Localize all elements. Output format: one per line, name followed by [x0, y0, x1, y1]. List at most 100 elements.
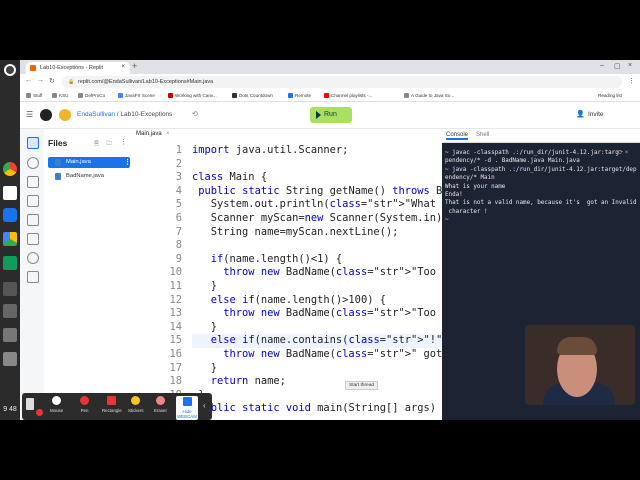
database-tool-icon[interactable]	[27, 233, 39, 245]
bookmark-item[interactable]: Stuff	[26, 93, 42, 98]
line-number: 15	[169, 334, 182, 347]
app-icon[interactable]	[3, 282, 17, 296]
code-line[interactable]: else if(name.contains(class="str">"!")) …	[192, 334, 467, 348]
check-tool-icon[interactable]	[27, 271, 39, 283]
java-file-icon	[55, 173, 61, 180]
line-number: 3	[175, 171, 182, 184]
code-line[interactable]: else if(name.length()>100) {	[192, 294, 386, 308]
replit-logo-icon[interactable]	[40, 109, 52, 121]
file-item[interactable]: BadName.java	[48, 171, 130, 182]
git-tool-icon[interactable]	[27, 195, 39, 207]
invite-button[interactable]: Invite	[588, 111, 604, 118]
code-editor[interactable]: Main.java × 1 import java.util.Scanner; 2 3…	[132, 129, 517, 420]
pause-icon[interactable]	[26, 398, 34, 410]
breadcrumb: EndaSullivan / Lab10-Exceptions	[77, 111, 172, 118]
reading-list[interactable]: Reading list	[598, 93, 622, 98]
new-folder-icon[interactable]: 🗀	[106, 139, 112, 149]
tool-eraser[interactable]: Eraser	[154, 396, 167, 413]
run-button[interactable]: Run	[310, 107, 352, 123]
files-title: Files	[48, 138, 68, 148]
bookmark-item[interactable]: DefProCo	[78, 93, 105, 98]
tool-pen[interactable]: Pen	[80, 396, 89, 413]
sheets-icon[interactable]	[3, 256, 17, 270]
close-window-icon[interactable]: ×	[628, 62, 632, 69]
tool-mouse[interactable]: Mouse	[50, 396, 63, 413]
drive-icon[interactable]	[3, 232, 17, 246]
line-number: 11	[169, 280, 182, 292]
bookmark-item[interactable]: Channel playlists -...	[324, 93, 372, 98]
code-line[interactable]: Scanner myScan=new Scanner(System.in)	[192, 212, 442, 226]
record-icon[interactable]	[36, 409, 43, 416]
console-tool-icon[interactable]	[27, 176, 39, 188]
bookmark-item[interactable]: Working with Canv...	[168, 93, 217, 98]
code-line[interactable]: }	[192, 362, 217, 376]
reload-icon[interactable]: ↻	[49, 77, 55, 85]
close-tab-icon[interactable]: ×	[121, 64, 125, 70]
webcam-overlay	[525, 325, 635, 405]
breadcrumb-repl[interactable]: Lab10-Exceptions	[120, 111, 172, 118]
files-panel: Files 🗎 🗀 ⋮ Main.java ⋮ BadName.java	[44, 129, 133, 420]
bookmark-item[interactable]: Remote	[288, 93, 311, 98]
more-options-icon[interactable]: ⋮	[120, 138, 127, 146]
minimize-icon[interactable]: –	[600, 62, 604, 69]
code-line[interactable]: return name;	[192, 375, 286, 389]
bookmark-item[interactable]: JavaFX Scene	[118, 93, 155, 98]
start-thread-tooltip[interactable]: Start thread	[345, 381, 379, 390]
new-tab-icon[interactable]: +	[132, 61, 137, 71]
tool-rectangle[interactable]: Rectangle	[102, 396, 122, 413]
bookmark-item[interactable]: Dots Countdown	[232, 93, 273, 98]
bookmarks-bar: Stuff KSU DefProCo JavaFX Scene Working …	[20, 90, 640, 102]
line-number: 16	[169, 348, 182, 360]
editor-tab[interactable]: Main.java	[136, 131, 162, 137]
packages-tool-icon[interactable]	[27, 214, 39, 226]
console-tabs: Console Shell	[442, 129, 640, 143]
app-icon[interactable]	[3, 304, 17, 318]
tab-shell[interactable]: Shell	[476, 132, 489, 138]
browser-tab[interactable]: Lab10-Exceptions - Replit ×	[26, 62, 130, 74]
lock-icon: 🔒	[68, 79, 75, 85]
menu-icon[interactable]: ⋮	[628, 77, 635, 85]
avatar[interactable]	[59, 109, 71, 121]
code-line[interactable]: public static String getName() throws Ba	[192, 185, 448, 199]
bookmark-item[interactable]: KSU	[52, 93, 68, 98]
tab-console[interactable]: Console	[446, 132, 469, 140]
line-number: 9	[175, 252, 182, 265]
files-app-icon[interactable]	[3, 208, 17, 222]
code-line[interactable]: if(name.length()<1) {	[192, 253, 342, 267]
tool-hide-webcam[interactable]: Hide WEBCAM	[176, 396, 198, 420]
launcher-icon[interactable]	[4, 64, 16, 76]
hamburger-menu-icon[interactable]: ☰	[26, 110, 33, 119]
files-tool-icon[interactable]	[27, 137, 39, 149]
file-options-icon[interactable]: ⋮	[124, 158, 131, 166]
code-line[interactable]: import java.util.Scanner;	[192, 144, 348, 158]
code-line[interactable]: }	[192, 321, 217, 335]
app-icon[interactable]	[3, 352, 17, 366]
history-icon[interactable]: ⟲	[192, 110, 198, 118]
url-input[interactable]: 🔒 replit.com/@EndaSullivan/Lab10-Excepti…	[62, 76, 622, 88]
code-line[interactable]: }	[192, 280, 217, 294]
breadcrumb-user[interactable]: EndaSullivan	[77, 111, 115, 118]
bookmark-item[interactable]: A Guide to Java So...	[404, 93, 454, 98]
line-number: 10	[169, 266, 182, 279]
gmail-icon[interactable]	[3, 186, 17, 200]
line-number: 4	[175, 184, 182, 197]
forward-icon[interactable]: →	[37, 77, 44, 84]
line-number: 12	[169, 293, 182, 306]
share-tool-icon[interactable]	[27, 157, 39, 169]
collapse-chevron-icon[interactable]: ‹	[203, 401, 206, 410]
replit-header: ☰ EndaSullivan / Lab10-Exceptions ⟲ Run …	[20, 102, 640, 129]
close-editor-tab-icon[interactable]: ×	[166, 131, 170, 137]
app-icon[interactable]	[3, 328, 17, 342]
back-icon[interactable]: ←	[25, 77, 32, 84]
code-line[interactable]: class Main {	[192, 171, 267, 185]
settings-tool-icon[interactable]	[27, 252, 39, 264]
replit-favicon-icon	[30, 65, 36, 71]
code-line[interactable]: public static void main(String[] args)	[192, 402, 436, 416]
file-item[interactable]: Main.java ⋮	[48, 157, 131, 168]
code-line[interactable]: String name=myScan.nextLine();	[192, 226, 399, 240]
new-file-icon[interactable]: 🗎	[94, 139, 99, 149]
maximize-icon[interactable]: ▢	[614, 62, 621, 70]
chrome-icon[interactable]	[3, 162, 17, 176]
clock[interactable]: 9 48	[2, 406, 18, 414]
tool-stickers[interactable]: Stickers	[128, 396, 144, 413]
